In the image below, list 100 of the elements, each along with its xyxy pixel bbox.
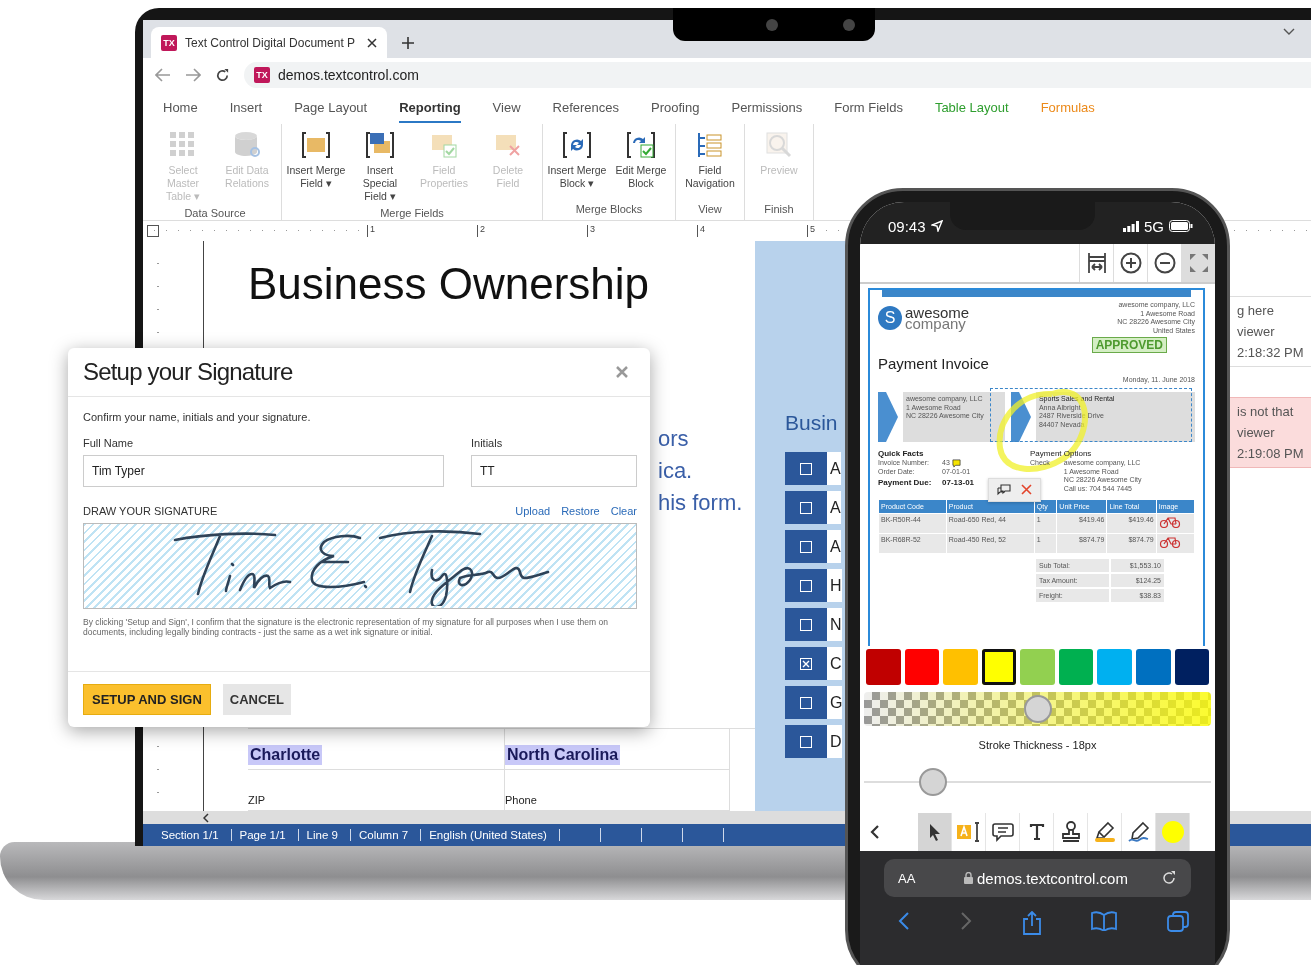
cross-icon — [802, 659, 810, 668]
ribbon-tab[interactable]: Form Fields — [834, 93, 903, 123]
book-icon[interactable] — [1090, 911, 1117, 931]
checkbox[interactable] — [785, 530, 827, 563]
field-label: Phone — [505, 794, 538, 806]
ribbon-tab[interactable]: Permissions — [731, 93, 803, 123]
slider-thumb[interactable] — [919, 768, 948, 796]
ribbon-button[interactable]: Insert Merge Field ▾ — [285, 130, 347, 203]
color-swatch[interactable] — [1020, 649, 1055, 685]
url-bar[interactable]: AA demos.textcontrol.com — [884, 859, 1191, 897]
checkbox[interactable] — [785, 725, 827, 758]
ribbon-tab[interactable]: Insert — [229, 93, 263, 123]
text-highlight-icon[interactable] — [955, 821, 982, 843]
color-swatch[interactable] — [1174, 649, 1210, 685]
color-swatch[interactable] — [1058, 649, 1094, 685]
bicycle-icon — [1158, 516, 1181, 528]
group-label: Data Source — [184, 206, 246, 221]
stamp-icon[interactable] — [1060, 821, 1081, 843]
text-tool-icon[interactable] — [1028, 824, 1045, 840]
signature-pad[interactable] — [83, 523, 637, 609]
ribbon-button[interactable]: Insert Special Field ▾ — [349, 130, 411, 203]
pointer-icon[interactable] — [927, 823, 942, 841]
ribbon-tab[interactable]: Proofing — [651, 93, 700, 123]
delete-icon[interactable] — [1021, 484, 1032, 495]
cancel-button[interactable]: CANCEL — [222, 684, 291, 715]
checkbox[interactable] — [785, 491, 827, 524]
reload-icon[interactable] — [215, 67, 230, 83]
color-swatch[interactable] — [866, 649, 901, 685]
back-chevron-icon[interactable] — [870, 824, 880, 840]
opacity-slider[interactable] — [864, 692, 1211, 726]
ribbon-tab[interactable]: Home — [163, 93, 198, 123]
color-swatch[interactable] — [1097, 649, 1132, 685]
close-icon[interactable] — [367, 37, 377, 48]
logo-mark: S — [878, 306, 902, 330]
checkbox[interactable] — [785, 686, 827, 719]
checkbox[interactable] — [785, 452, 827, 485]
ruler-number: 4 — [697, 225, 708, 237]
reload-icon[interactable] — [1161, 870, 1177, 886]
initials-field[interactable]: TT — [471, 455, 637, 487]
checkbox[interactable] — [785, 608, 827, 641]
group-label: View — [698, 202, 722, 217]
field-label: ZIP — [248, 794, 267, 806]
chevron-shape — [878, 392, 898, 442]
ribbon-tab[interactable]: Table Layout — [934, 93, 1009, 123]
body-text: ors — [658, 425, 689, 453]
chevron-shape — [1010, 392, 1031, 442]
chevron-down-icon[interactable] — [1283, 28, 1295, 36]
ruler-number: 5 — [807, 225, 818, 237]
checkbox[interactable] — [785, 647, 827, 680]
plus-icon[interactable] — [401, 36, 415, 50]
tabs-icon[interactable] — [1167, 911, 1189, 933]
battery-icon — [1169, 220, 1193, 232]
color-swatch[interactable] — [943, 649, 978, 685]
text-size-button[interactable]: AA — [898, 870, 958, 886]
checkbox[interactable] — [785, 569, 827, 602]
back-arrow-icon[interactable] — [155, 68, 171, 82]
forward-arrow-icon[interactable] — [185, 68, 201, 82]
favicon-logo: TX — [161, 34, 177, 51]
forward-chevron-icon[interactable] — [960, 911, 973, 931]
comments-icon[interactable] — [997, 484, 1011, 496]
link[interactable]: Upload — [515, 505, 551, 517]
ribbon-button[interactable]: Insert Merge Block ▾ — [546, 130, 608, 199]
browser-tab[interactable]: TX Text Control Digital Document P — [151, 27, 387, 58]
slider-thumb[interactable] — [1023, 695, 1052, 723]
scroll-left-icon[interactable] — [203, 812, 209, 823]
link[interactable]: Clear — [610, 505, 637, 517]
comment-text: 2:19:08 PM — [1237, 446, 1305, 461]
status-item: Section 1/1 — [153, 829, 232, 841]
ribbon-tab[interactable]: Page Layout — [294, 93, 368, 123]
checkbox-label: A — [827, 452, 841, 485]
tool-button[interactable] — [918, 813, 952, 851]
share-icon[interactable] — [1022, 911, 1041, 935]
ribbon-tab[interactable]: References — [552, 93, 620, 123]
color-dot-icon[interactable] — [1161, 821, 1184, 843]
color-swatch[interactable] — [981, 649, 1017, 685]
fullscreen-icon — [1188, 253, 1209, 273]
full-name-field[interactable]: Tim Typer — [83, 455, 444, 487]
fact-value: 07-13-01 — [942, 476, 975, 488]
speech-bubble-icon[interactable] — [991, 822, 1014, 842]
checkbox-label: H — [827, 569, 842, 602]
tab-stop-icon[interactable] — [147, 225, 159, 237]
ribbon-button[interactable]: Edit Merge Block — [610, 130, 672, 199]
setup-and-sign-button[interactable]: SETUP AND SIGN — [83, 684, 211, 715]
pen-icon[interactable] — [1127, 821, 1150, 843]
color-swatch[interactable] — [904, 649, 940, 685]
status-item: English (United States) — [421, 829, 560, 841]
comment-text: is not that — [1237, 404, 1295, 419]
ribbon-tab[interactable]: View — [492, 93, 521, 123]
color-swatch[interactable] — [1135, 649, 1171, 685]
field-label: Initials — [471, 437, 504, 449]
highlighter-icon[interactable] — [1093, 821, 1116, 843]
comment-text: viewer — [1237, 324, 1276, 339]
favicon-logo: TX — [254, 67, 270, 83]
instruction-text: Confirm your name, initials and your signature. — [83, 411, 312, 423]
ribbon-tab[interactable]: Reporting — [399, 93, 461, 123]
bicycle-icon — [1158, 536, 1181, 548]
link[interactable]: Restore — [561, 505, 600, 517]
address-bar[interactable]: TX demos.textcontrol.com — [244, 62, 1311, 88]
ruler-number: 2 — [477, 225, 488, 237]
ribbon-button[interactable]: Field Navigation — [679, 130, 741, 199]
